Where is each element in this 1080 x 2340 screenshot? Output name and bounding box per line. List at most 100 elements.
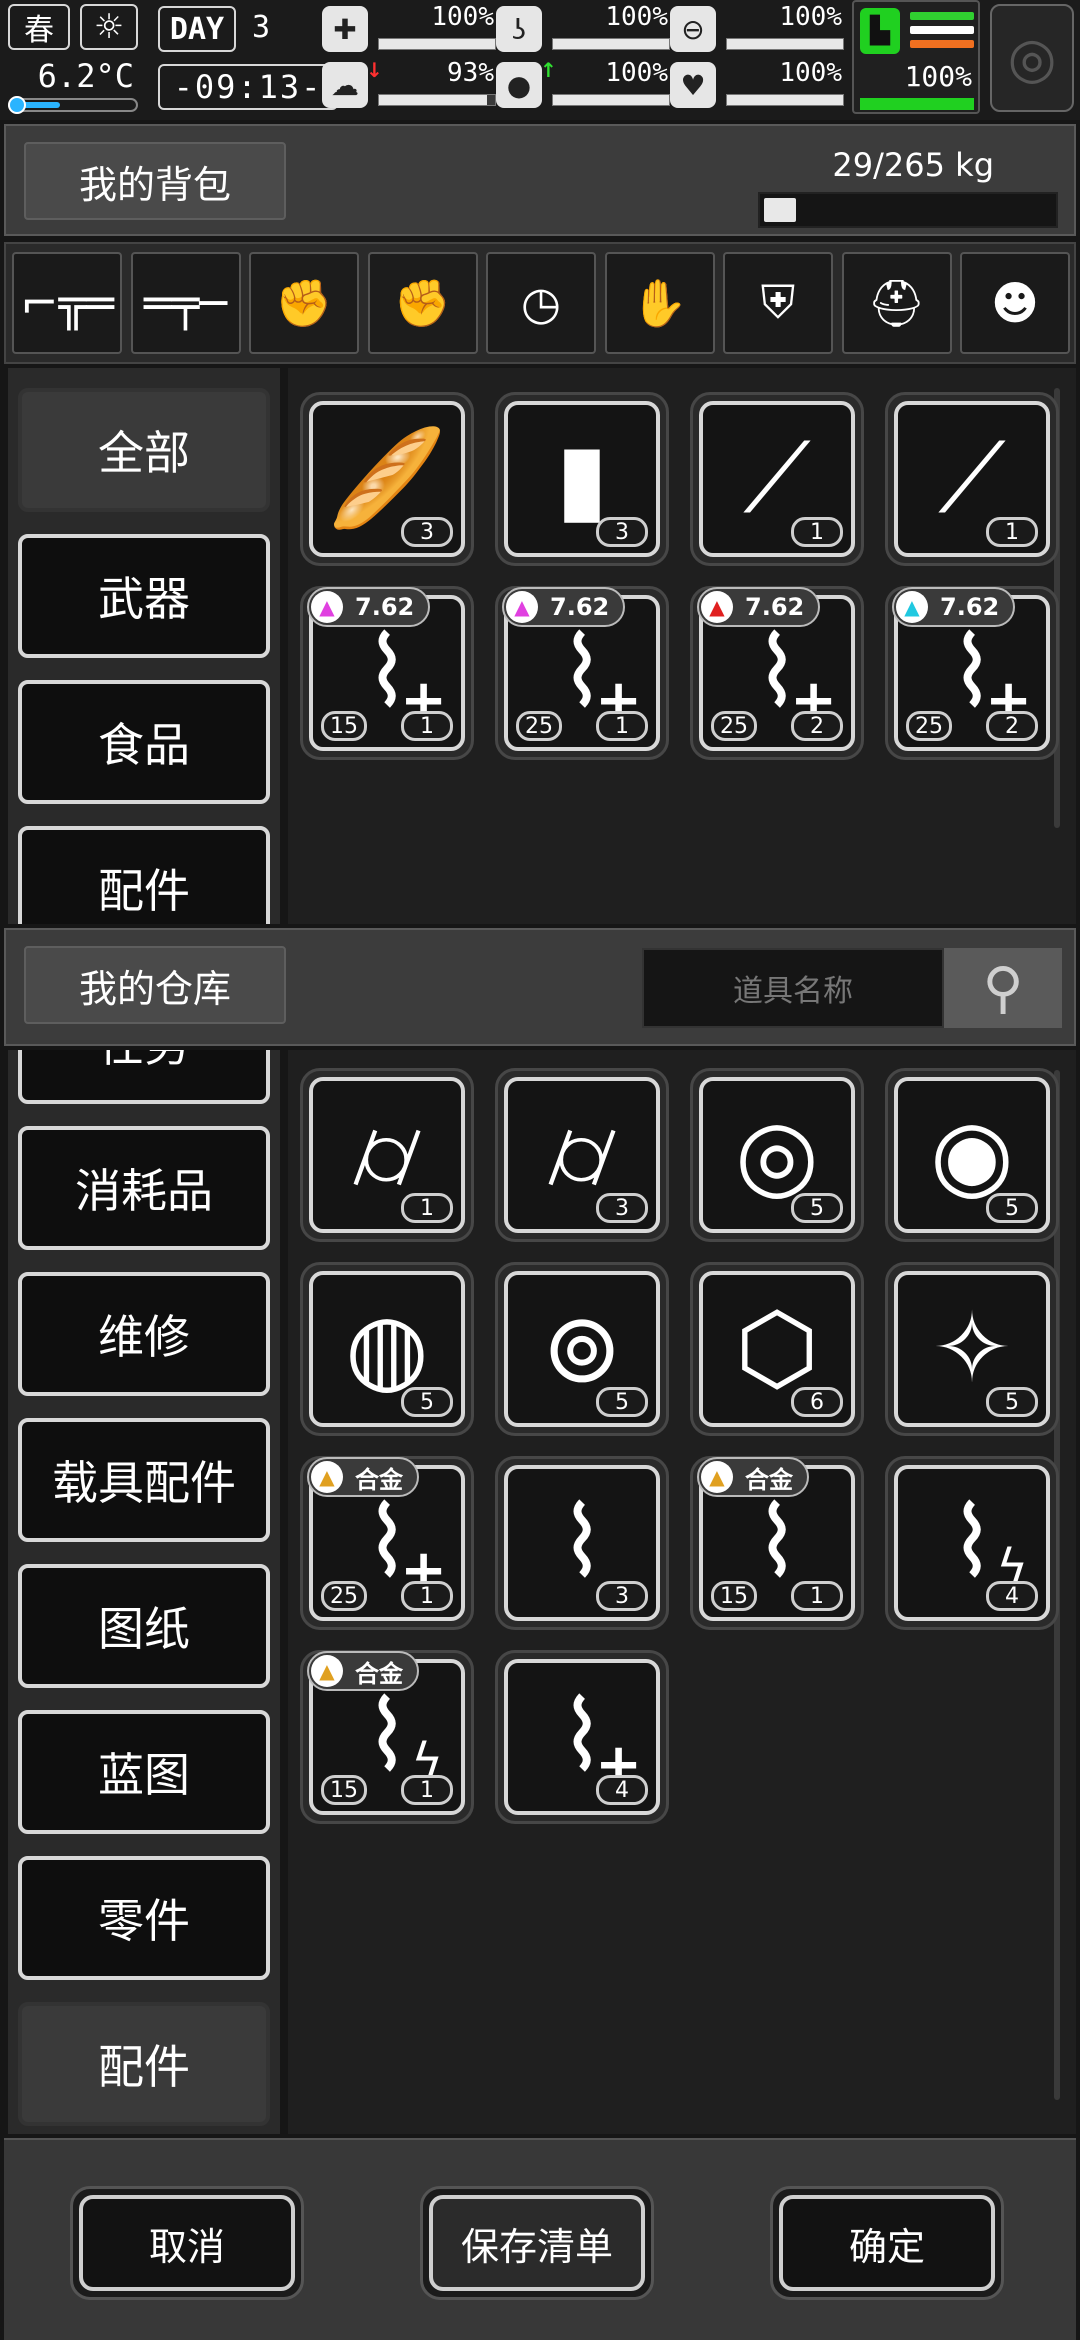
stamina-lines [910,12,974,54]
confirm-button[interactable]: 确定 [770,2186,1004,2300]
thirst-stat: ● ↑ 100% [496,58,672,112]
item-slot[interactable]: ✧ 5 [885,1262,1059,1436]
quantity-badge: 4 [596,1775,648,1805]
alloy-bullet-icon: ▲ [311,1655,343,1687]
item-slot[interactable]: ◍ 5 [300,1262,474,1436]
ammo-type-tag: ▲ 7.62 [892,587,1016,627]
backpack-header: 我的背包 29/265 kg [4,124,1076,236]
equipment-slot[interactable]: ☻ [960,252,1070,354]
quantity-badge: 6 [791,1387,843,1417]
backpack-title: 我的背包 [24,142,286,220]
ammo-type-tag: ▲ 7.62 [502,587,626,627]
cancel-button[interactable]: 取消 [70,2186,304,2300]
item-frame: ⌭ 1 [309,1077,465,1233]
backpack-pet-icon: ☻ [991,276,1039,330]
capacity-badge: 15 [711,1581,757,1611]
item-slot[interactable]: ▮ 3 [495,392,669,566]
item-frame: ⌇ 3 [504,1465,660,1621]
fingerprint-icon: ◎ [1007,25,1057,91]
heart-icon: ♥ [670,62,716,108]
category-tab[interactable]: 食品 [18,680,270,804]
warehouse-title: 我的仓库 [24,946,286,1024]
capacity-badge: 15 [321,1775,367,1805]
quantity-badge: 1 [986,517,1038,547]
item-slot[interactable]: ⌇ +25 1 ▲ 合金 [300,1456,474,1630]
search-input[interactable]: 道具名称 [642,948,944,1028]
bag-item-grid: 🥖 3 ▮ 3 ⟋ 1 ⟋ 1 ⌇ +15 1 ▲ 7.62 ⌇ +25 1 ▲ 7.62 ⌇ +25 2 ▲ 7.62 ⌇ +… [288,368,1076,924]
item-slot[interactable]: ⌇ +15 1 ▲ 7.62 [300,586,474,760]
quantity-badge: 5 [596,1387,648,1417]
equipment-slot[interactable]: ✊ [249,252,359,354]
category-tab[interactable]: 全部 [18,388,270,512]
equipment-slot[interactable]: ⛨ [723,252,833,354]
item-slot[interactable]: 🥖 3 [300,392,474,566]
search-icon: ⚲ [982,955,1024,1021]
ammo-type-label: 7.62 [355,593,415,621]
item-slot[interactable]: ◉ 5 [885,1068,1059,1242]
item-slot[interactable]: ⬡ 6 [690,1262,864,1436]
quantity-badge: 5 [401,1387,453,1417]
bladder-icon: ⊖ [670,6,716,52]
equipment-slot[interactable]: ✋ [604,252,715,354]
item-frame: ▮ 3 [504,401,660,557]
ammo-type-label: 7.62 [745,593,805,621]
brain-icon: ☁ [322,62,368,108]
category-tab[interactable]: 消耗品 [18,1126,270,1250]
category-tab[interactable]: 任务 [18,1050,270,1104]
capacity-badge: 15 [321,711,367,741]
frost-bullet-icon: ▲ [896,591,928,623]
search-button[interactable]: ⚲ [944,948,1062,1028]
empty-glove-slot-icon: ✊ [275,275,333,330]
item-slot[interactable]: ⌇ +25 2 ▲ 7.62 [690,586,864,760]
quantity-badge: 2 [791,711,843,741]
mood-stat: ♥ 100% [670,58,846,112]
equipment-slot[interactable]: ◷ [486,252,596,354]
category-tab[interactable]: 武器 [18,534,270,658]
item-slot[interactable]: ⟋ 1 [885,392,1059,566]
weight-readout: 29/265 kg [832,146,994,184]
item-slot[interactable]: ⟋ 1 [690,392,864,566]
ammo-type-tag: ▲ 7.62 [697,587,821,627]
category-tab[interactable]: 维修 [18,1272,270,1396]
season-indicator: 春 [8,4,70,50]
item-slot[interactable]: ⊚ 5 [495,1262,669,1436]
fingerprint-button[interactable]: ◎ [990,4,1074,112]
item-frame: ⌭ 3 [504,1077,660,1233]
item-slot[interactable]: ⌭ 1 [300,1068,474,1242]
item-slot[interactable]: ◎ 5 [690,1068,864,1242]
helmet-icon: ⛑ [867,275,926,330]
item-slot[interactable]: ⌭ 3 [495,1068,669,1242]
category-tab[interactable]: 图纸 [18,1564,270,1688]
ammo-type-label: 合金 [355,1659,403,1688]
equipment-slot[interactable]: ═╤─ [130,252,241,354]
category-tab[interactable]: 配件 [18,2002,270,2126]
equipment-slot[interactable]: ✊ [367,252,478,354]
category-tab[interactable]: 配件 [18,826,270,924]
equipment-slot[interactable]: ⌐╦═ [12,252,122,354]
category-tab[interactable]: 零件 [18,1856,270,1980]
item-slot[interactable]: ⌇ +25 1 ▲ 7.62 [495,586,669,760]
quantity-badge: 3 [401,517,453,547]
item-frame: ⌇ ϟ 4 [894,1465,1050,1621]
item-frame: ◎ 5 [699,1077,855,1233]
item-slot[interactable]: ⌇ 3 [495,1456,669,1630]
quantity-badge: 1 [596,711,648,741]
warehouse-item-grid: ⌭ 1 ⌭ 3 ◎ 5 ◉ 5 ◍ 5 ⊚ 5 ⬡ 6 ✧ 5 ⌇ +25 1 ▲ 合金 ⌇ 3 ⌇ 15 1 ▲ 合金 ⌇ ϟ 4 ⌇ ϟ 15… [288,1050,1076,2134]
category-tab[interactable]: 蓝图 [18,1710,270,1834]
capacity-badge: 25 [516,711,562,741]
quantity-badge: 5 [986,1193,1038,1223]
item-slot[interactable]: ⌇ 15 1 ▲ 合金 [690,1456,864,1630]
poison-bullet-icon: ▲ [506,591,538,623]
item-slot[interactable]: ⌇ +25 2 ▲ 7.62 [885,586,1059,760]
item-slot[interactable]: ⌇ ϟ 4 [885,1456,1059,1630]
item-slot[interactable]: ⌇ +4 [495,1650,669,1824]
sniper-rifle-icon: ⌐╦═ [20,276,114,330]
water-drop-icon: ● [496,62,542,108]
bag-category-list: 全部 武器 食品 配件 [8,368,280,924]
equipment-slot[interactable]: ⛑ [841,252,952,354]
stomach-icon: ʖ [496,6,542,52]
save-list-button[interactable]: 保存清单 [420,2186,654,2300]
item-frame: ◉ 5 [894,1077,1050,1233]
category-tab[interactable]: 载具配件 [18,1418,270,1542]
item-slot[interactable]: ⌇ ϟ 15 1 ▲ 合金 [300,1650,474,1824]
